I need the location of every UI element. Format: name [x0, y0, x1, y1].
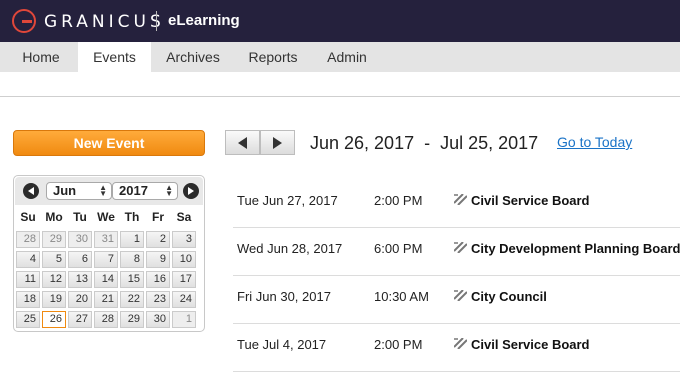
- event-date: Fri Jun 30, 2017: [237, 289, 331, 304]
- calendar-day[interactable]: 29: [120, 311, 144, 328]
- product-name: eLearning: [168, 12, 240, 29]
- triangle-right-icon: [273, 137, 282, 149]
- broadcast-icon: [454, 242, 467, 253]
- chevron-right-icon: [188, 187, 194, 195]
- tab-admin[interactable]: Admin: [311, 42, 383, 72]
- calendar-day[interactable]: 19: [42, 291, 66, 308]
- year-select-value: 2017: [119, 183, 148, 198]
- new-event-button[interactable]: New Event: [13, 130, 205, 156]
- granicus-logo-icon: [12, 9, 36, 33]
- date-range-label: Jun 26, 2017 - Jul 25, 2017: [310, 133, 539, 153]
- month-select[interactable]: Jun ▲ ▼: [46, 182, 112, 200]
- triangle-left-icon: [238, 137, 247, 149]
- calendar-day[interactable]: 17: [172, 271, 196, 288]
- calendar-day[interactable]: 6: [68, 251, 92, 268]
- calendar-day[interactable]: 15: [120, 271, 144, 288]
- calendar-day[interactable]: 30: [68, 231, 92, 248]
- event-row[interactable]: Wed Jun 28, 2017 6:00 PM City Development …: [233, 228, 680, 276]
- calendar-day[interactable]: 5: [42, 251, 66, 268]
- calendar-day[interactable]: 18: [16, 291, 40, 308]
- calendar-day[interactable]: 12: [42, 271, 66, 288]
- tab-events[interactable]: Events: [78, 42, 151, 72]
- calendar-day[interactable]: 21: [94, 291, 118, 308]
- calendar-day[interactable]: 20: [68, 291, 92, 308]
- calendar-day[interactable]: 11: [16, 271, 40, 288]
- event-time: 6:00 PM: [374, 241, 423, 256]
- event-row[interactable]: Fri Jun 30, 2017 10:30 AM City Council: [233, 276, 680, 324]
- go-to-today-link[interactable]: Go to Today: [557, 134, 632, 150]
- event-title[interactable]: Civil Service Board: [471, 193, 590, 208]
- event-date: Tue Jul 4, 2017: [237, 337, 327, 352]
- select-caret-icon: ▲ ▼: [99, 183, 107, 198]
- brand-divider: [156, 11, 157, 31]
- month-select-value: Jun: [53, 183, 77, 198]
- event-time: 2:00 PM: [374, 193, 423, 208]
- event-row[interactable]: Tue Jul 4, 2017 2:00 PM Civil Service Boar…: [233, 324, 680, 372]
- header-divider: [0, 96, 680, 97]
- event-time: 10:30 AM: [374, 289, 429, 304]
- event-row[interactable]: Tue Jun 27, 2017 2:00 PM Civil Service Boa…: [233, 180, 680, 228]
- calendar-day[interactable]: 27: [68, 311, 92, 328]
- event-title[interactable]: City Council: [471, 289, 547, 304]
- calendar-day[interactable]: 1: [172, 311, 196, 328]
- weekday-header: Mo: [45, 210, 63, 224]
- event-title[interactable]: City Development Planning Board: [471, 241, 680, 256]
- year-select[interactable]: 2017 ▲ ▼: [112, 182, 178, 200]
- calendar-day[interactable]: 3: [172, 231, 196, 248]
- tab-home[interactable]: Home: [0, 42, 82, 72]
- event-date: Wed Jun 28, 2017: [237, 241, 343, 256]
- weekday-header: Th: [124, 210, 140, 224]
- weekday-header: Sa: [176, 210, 192, 224]
- main-nav: Home Events Archives Reports Admin: [0, 42, 680, 72]
- next-range-button[interactable]: [260, 130, 295, 155]
- calendar-day[interactable]: 16: [146, 271, 170, 288]
- broadcast-icon: [454, 290, 467, 301]
- next-month-button[interactable]: [183, 183, 199, 199]
- select-caret-icon: ▲ ▼: [165, 183, 173, 198]
- calendar-day[interactable]: 23: [146, 291, 170, 308]
- calendar-day[interactable]: 25: [16, 311, 40, 328]
- calendar-day[interactable]: 8: [120, 251, 144, 268]
- weekday-header: Su: [20, 210, 36, 224]
- broadcast-icon: [454, 338, 467, 349]
- calendar-day[interactable]: 7: [94, 251, 118, 268]
- brand-name: GRANICUS: [44, 12, 165, 32]
- weekday-header: We: [97, 210, 115, 224]
- calendar-day[interactable]: 24: [172, 291, 196, 308]
- weekday-header: Tu: [73, 210, 87, 224]
- calendar-header: Jun ▲ ▼ 2017 ▲ ▼: [15, 177, 203, 205]
- event-time: 2:00 PM: [374, 337, 423, 352]
- chevron-left-icon: [28, 187, 34, 195]
- tab-archives[interactable]: Archives: [151, 42, 235, 72]
- calendar-day[interactable]: 14: [94, 271, 118, 288]
- calendar-day[interactable]: 31: [94, 231, 118, 248]
- previous-range-button[interactable]: [225, 130, 260, 155]
- calendar-day[interactable]: 22: [120, 291, 144, 308]
- calendar-day[interactable]: 13: [68, 271, 92, 288]
- calendar-day[interactable]: 1: [120, 231, 144, 248]
- calendar-day[interactable]: 9: [146, 251, 170, 268]
- prev-month-button[interactable]: [23, 183, 39, 199]
- calendar-day[interactable]: 28: [16, 231, 40, 248]
- calendar-day[interactable]: 29: [42, 231, 66, 248]
- calendar-day[interactable]: 26: [42, 311, 66, 328]
- weekday-header: Fr: [152, 210, 164, 224]
- calendar-day[interactable]: 30: [146, 311, 170, 328]
- event-date: Tue Jun 27, 2017: [237, 193, 338, 208]
- event-title[interactable]: Civil Service Board: [471, 337, 590, 352]
- calendar-day[interactable]: 10: [172, 251, 196, 268]
- tab-reports[interactable]: Reports: [235, 42, 311, 72]
- calendar-day[interactable]: 4: [16, 251, 40, 268]
- broadcast-icon: [454, 194, 467, 205]
- top-header: GRANICUS eLearning: [0, 0, 680, 42]
- calendar-day[interactable]: 28: [94, 311, 118, 328]
- calendar-day[interactable]: 2: [146, 231, 170, 248]
